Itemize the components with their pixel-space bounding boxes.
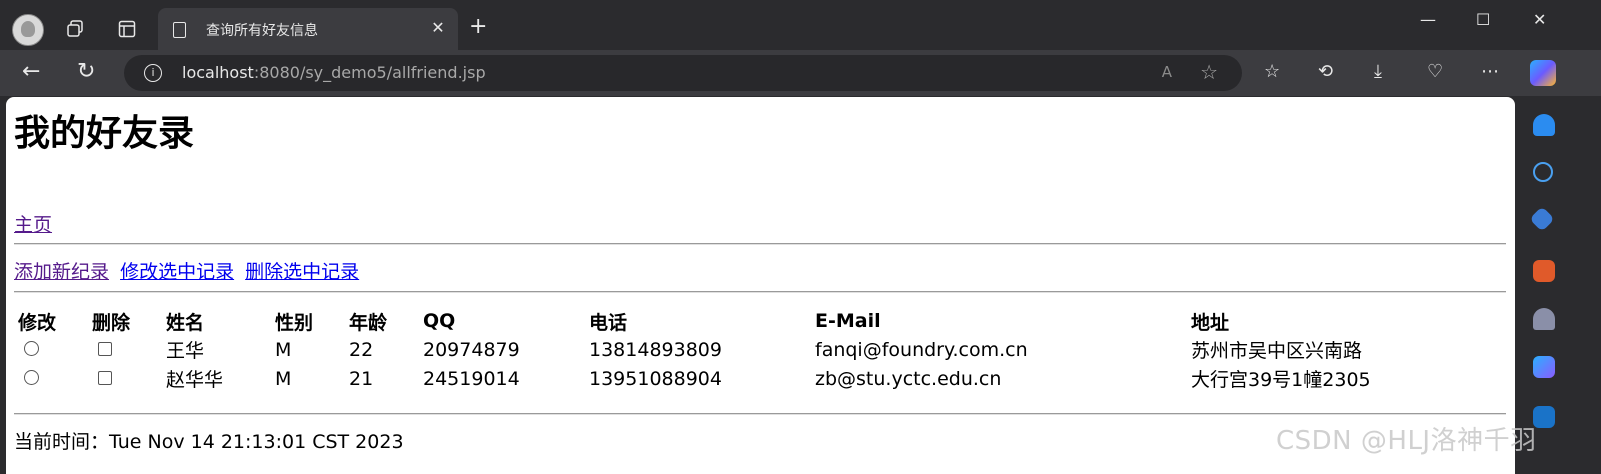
more-options-icon[interactable]: ⋯ (1481, 62, 1499, 82)
favorite-star-icon[interactable]: ☆ (1200, 60, 1218, 84)
url-host: localhost (182, 63, 254, 82)
delete-cell (88, 335, 162, 364)
age-cell: 22 (349, 338, 374, 361)
email-cell: fanqi@foundry.com.cn (815, 338, 1028, 361)
edit-cell (14, 335, 88, 364)
qq-cell: 20974879 (423, 338, 520, 361)
age-cell: 21 (349, 367, 374, 390)
notifications-icon[interactable] (1533, 114, 1555, 136)
tab-close-icon[interactable]: ✕ (428, 18, 448, 37)
url-path: :8080/sy_demo5/allfriend.jsp (253, 63, 486, 82)
col-header-phone: 电话 (589, 311, 628, 334)
col-header-address: 地址 (1191, 311, 1230, 334)
window-close-button[interactable]: ✕ (1533, 10, 1546, 29)
address-cell: 大行宫39号1幢2305 (1191, 369, 1371, 391)
new-tab-button[interactable]: + (469, 16, 487, 38)
maximize-button[interactable]: ☐ (1476, 10, 1490, 29)
minimize-button[interactable]: — (1420, 10, 1436, 29)
friends-table: 修改 删除 姓名 性别 年龄 QQ 电话 E-Mail 地址 王华 M 22 2… (14, 307, 1495, 393)
gender-cell: M (275, 338, 292, 361)
edit-radio[interactable] (24, 369, 39, 385)
vertical-tabs-icon[interactable] (118, 20, 136, 38)
delete-checkbox[interactable] (98, 370, 112, 385)
workspaces-icon[interactable] (66, 20, 84, 38)
col-header-email: E-Mail (815, 310, 881, 332)
col-header-edit: 修改 (18, 311, 57, 334)
edit-record-link[interactable]: 修改选中记录 (120, 261, 234, 283)
history-icon[interactable]: ⟲ (1318, 62, 1333, 82)
name-cell: 王华 (166, 340, 205, 362)
delete-record-link[interactable]: 删除选中记录 (245, 261, 359, 283)
shopping-tag-icon[interactable] (1529, 206, 1555, 232)
back-icon[interactable]: ← (22, 60, 40, 84)
name-cell: 赵华华 (166, 369, 224, 391)
search-icon[interactable] (1533, 162, 1553, 182)
gender-cell: M (275, 367, 292, 390)
divider (14, 413, 1506, 415)
current-time: 当前时间：Tue Nov 14 21:13:01 CST 2023 (14, 431, 404, 453)
action-links: 添加新纪录 修改选中记录 删除选中记录 (14, 257, 364, 284)
favorites-icon[interactable]: ☆ (1264, 62, 1280, 82)
delete-cell (88, 364, 162, 393)
refresh-icon[interactable]: ↻ (77, 60, 95, 84)
qq-cell: 24519014 (423, 367, 520, 390)
tools-icon[interactable] (1533, 260, 1555, 282)
table-header-row: 修改 删除 姓名 性别 年龄 QQ 电话 E-Mail 地址 (14, 307, 1495, 335)
page-title: 我的好友录 (14, 113, 195, 154)
col-header-qq: QQ (423, 310, 456, 332)
copilot-sidebar-icon[interactable] (1533, 356, 1555, 378)
edit-cell (14, 364, 88, 393)
col-header-delete: 删除 (92, 311, 131, 334)
browser-essentials-icon[interactable]: ♡ (1427, 62, 1443, 82)
url-text[interactable]: localhost:8080/sy_demo5/allfriend.jsp (182, 63, 486, 82)
add-record-link[interactable]: 添加新纪录 (14, 261, 109, 283)
address-bar[interactable]: i localhost:8080/sy_demo5/allfriend.jsp … (124, 55, 1242, 91)
address-cell: 苏州市吴中区兴南路 (1191, 340, 1363, 362)
site-info-icon[interactable]: i (144, 64, 162, 82)
email-cell: zb@stu.yctc.edu.cn (815, 367, 1002, 390)
browser-toolbar: ← ↻ i localhost:8080/sy_demo5/allfriend.… (0, 50, 1601, 96)
copilot-icon[interactable] (1530, 60, 1556, 86)
table-row: 王华 M 22 20974879 13814893809 fanqi@found… (14, 335, 1495, 364)
watermark: CSDN @HLJ洛神千羽 (1276, 426, 1537, 456)
tab-title: 查询所有好友信息 (206, 23, 318, 39)
phone-cell: 13951088904 (589, 367, 722, 390)
tab-strip: 查询所有好友信息 ✕ + — ☐ ✕ (0, 0, 1601, 50)
divider (14, 291, 1506, 293)
home-link[interactable]: 主页 (14, 210, 52, 237)
profile-avatar[interactable] (12, 14, 44, 46)
read-aloud-icon[interactable]: A (1162, 63, 1172, 81)
delete-checkbox[interactable] (98, 341, 112, 356)
col-header-name: 姓名 (166, 311, 205, 334)
downloads-icon[interactable]: ⤓ (1374, 62, 1382, 82)
games-icon[interactable] (1533, 308, 1555, 330)
document-icon (173, 22, 186, 38)
edit-radio[interactable] (24, 340, 39, 356)
divider (14, 243, 1506, 245)
page-viewport: 我的好友录 主页 添加新纪录 修改选中记录 删除选中记录 修改 删除 姓名 性别… (6, 97, 1515, 474)
table-row: 赵华华 M 21 24519014 13951088904 zb@stu.yct… (14, 364, 1495, 393)
active-tab[interactable]: 查询所有好友信息 ✕ (158, 8, 458, 50)
col-header-age: 年龄 (349, 311, 388, 334)
edge-sidebar (1516, 96, 1601, 474)
phone-cell: 13814893809 (589, 338, 722, 361)
col-header-gender: 性别 (275, 311, 314, 334)
